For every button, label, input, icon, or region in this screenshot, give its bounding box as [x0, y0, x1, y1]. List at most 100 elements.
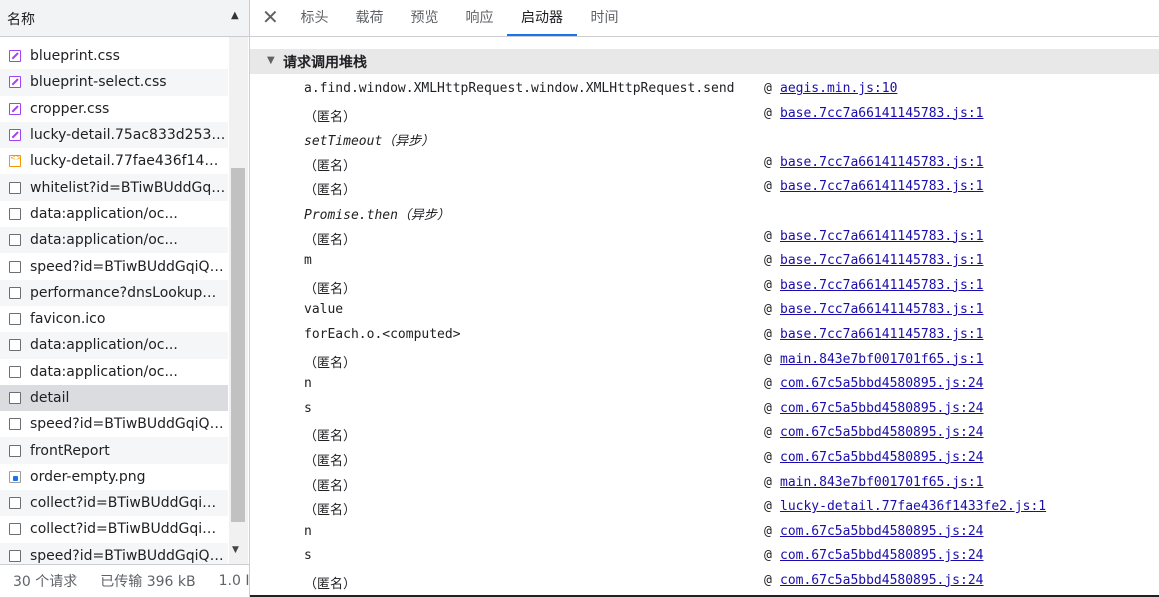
request-name: detail [30, 390, 70, 406]
frame-source-link[interactable]: base.7cc7a66141145783.js:1 [780, 302, 984, 317]
frame-source-link[interactable]: main.843e7bf001701f65.js:1 [780, 475, 984, 490]
frame-source-link[interactable]: com.67c5a5bbd4580895.js:24 [780, 376, 984, 391]
stack-frame-row: forEach.o.<computed> @ base.7cc7a661411457… [304, 324, 1144, 349]
frame-at-sign: @ [764, 179, 772, 195]
frame-source-link[interactable]: base.7cc7a66141145783.js:1 [780, 278, 984, 293]
tab-6[interactable]: 时间 [577, 0, 632, 36]
request-name: data:application/oc... [30, 232, 178, 249]
scroll-down-icon[interactable]: ▼ [232, 545, 239, 555]
frame-source-link[interactable]: main.843e7bf001701f65.js:1 [780, 352, 984, 367]
document-file-icon [9, 365, 21, 378]
frame-source-link[interactable]: com.67c5a5bbd4580895.js:24 [780, 573, 984, 588]
stack-frame-row: （匿名） @ main.843e7bf001701f65.js:1 [304, 472, 1144, 497]
document-file-icon [9, 234, 21, 247]
frame-source-link[interactable]: com.67c5a5bbd4580895.js:24 [780, 548, 984, 563]
frame-source-link[interactable]: aegis.min.js:10 [780, 81, 897, 96]
frame-source-link[interactable]: base.7cc7a66141145783.js:1 [780, 179, 984, 194]
request-row[interactable]: lucky-detail.75ac833d253e7... [0, 121, 228, 149]
frame-source-link[interactable]: base.7cc7a66141145783.js:1 [780, 155, 984, 170]
request-name: lucky-detail.77fae436f1433f... [30, 153, 226, 170]
request-row[interactable]: blueprint-select.css [0, 69, 228, 96]
sort-up-icon[interactable]: ▲ [231, 10, 239, 21]
request-list-scrollbar[interactable] [229, 37, 248, 564]
document-file-icon [9, 260, 21, 273]
request-row[interactable]: detail [0, 384, 228, 412]
frame-function: setTimeout（异步） [304, 134, 435, 150]
request-row[interactable]: data:application/oc... [0, 332, 228, 359]
call-stack-section-header[interactable]: ▼ 请求调用堆栈 [250, 49, 1159, 74]
call-stack-section-title: 请求调用堆栈 [283, 55, 367, 71]
frame-source-link[interactable]: base.7cc7a66141145783.js:1 [780, 253, 984, 268]
request-row[interactable]: collect?id=BTiwBUddGqiQ... [0, 516, 228, 542]
request-name: frontReport [30, 442, 110, 459]
tab-3[interactable]: 预览 [397, 0, 452, 36]
request-row[interactable]: data:application/oc... [0, 201, 228, 227]
request-row[interactable]: speed?id=BTiwBUddGqiQW... [0, 411, 228, 437]
stack-frame-row: （匿名） @ base.7cc7a66141145783.js:1 [304, 275, 1144, 300]
frame-function: （匿名） [304, 281, 357, 297]
document-file-icon [9, 497, 21, 510]
scrollbar-thumb[interactable] [231, 168, 245, 522]
request-row[interactable]: data:application/oc... [0, 227, 228, 254]
async-frame-row: Promise.then（异步） [304, 201, 1144, 226]
document-file-icon [9, 339, 21, 352]
request-row[interactable]: favicon.ico [0, 306, 228, 332]
frame-source-link[interactable]: base.7cc7a66141145783.js:1 [780, 229, 984, 244]
name-column-header[interactable]: 名称 ▲ [0, 0, 249, 37]
frame-at-sign: @ [764, 449, 772, 465]
frame-function: n [304, 376, 312, 392]
stack-frame-row: （匿名） @ main.843e7bf001701f65.js:1 [304, 349, 1144, 374]
triangle-down-icon[interactable]: ▼ [267, 55, 275, 66]
request-row[interactable]: blueprint.css [0, 43, 228, 69]
request-name: whitelist?id=BTiwBUddGqiQ... [30, 179, 226, 196]
frame-source-link[interactable]: lucky-detail.77fae436f1433fe2.js:1 [780, 499, 1046, 514]
request-list: blueprint.css blueprint-select.css cropper… [0, 43, 228, 569]
request-row[interactable]: lucky-detail.77fae436f1433f... [0, 148, 228, 174]
frame-function: （匿名） [304, 158, 357, 174]
request-list-panel: 名称 ▲ blueprint.css blueprint-select.css cr… [0, 0, 250, 597]
request-row[interactable]: order-empty.png [0, 464, 228, 490]
request-row[interactable]: cropper.css [0, 96, 228, 122]
tab-4[interactable]: 响应 [452, 0, 507, 36]
stack-frame-row: （匿名） @ base.7cc7a66141145783.js:1 [304, 103, 1144, 128]
css-file-icon [9, 50, 21, 63]
request-row[interactable]: performance?dnsLookup=0... [0, 279, 228, 306]
css-file-icon [9, 102, 21, 115]
css-file-icon [9, 129, 21, 142]
stack-frame-row: （匿名） @ lucky-detail.77fae436f1433fe2.js:1 [304, 496, 1144, 521]
request-detail-panel: ✕ 标头 载荷 预览 响应 启动器 时间 ▼ 请求调用堆栈 a.find.window.X… [250, 0, 1159, 597]
frame-source-link[interactable]: base.7cc7a66141145783.js:1 [780, 327, 984, 342]
frame-source-link[interactable]: com.67c5a5bbd4580895.js:24 [780, 450, 984, 465]
stack-frame-row: （匿名） @ com.67c5a5bbd4580895.js:24 [304, 422, 1144, 447]
stack-frame-row: a.find.window.XMLHttpRequest.window.XMLH… [304, 78, 1144, 103]
request-name: collect?id=BTiwBUddGqiQ... [30, 495, 226, 512]
frame-at-sign: @ [764, 523, 772, 539]
frame-function: （匿名） [304, 355, 357, 371]
request-row[interactable]: collect?id=BTiwBUddGqiQ... [0, 490, 228, 517]
request-name: collect?id=BTiwBUddGqiQ... [30, 521, 226, 538]
frame-at-sign: @ [764, 474, 772, 490]
request-row[interactable]: data:application/oc... [0, 359, 228, 385]
status-bar: 30 个请求 已传输 396 kB 1.0 I [0, 564, 249, 597]
frame-function: m [304, 253, 312, 269]
tab-2[interactable]: 载荷 [342, 0, 397, 36]
tab-1[interactable]: 标头 [287, 0, 342, 36]
frame-at-sign: @ [764, 81, 772, 96]
request-name: data:application/oc... [30, 363, 178, 380]
request-row[interactable]: whitelist?id=BTiwBUddGqiQ... [0, 174, 228, 201]
frame-source-link[interactable]: com.67c5a5bbd4580895.js:24 [780, 401, 984, 416]
frame-function: Promise.then（异步） [304, 207, 450, 223]
stack-frame-row: m @ base.7cc7a66141145783.js:1 [304, 250, 1144, 275]
frame-source-link[interactable]: com.67c5a5bbd4580895.js:24 [780, 425, 984, 440]
request-name: blueprint.css [30, 48, 120, 65]
css-file-icon [9, 76, 21, 89]
tab-5[interactable]: 启动器 [507, 0, 577, 36]
request-row[interactable]: speed?id=BTiwBUddGqiQW... [0, 253, 228, 279]
frame-source-link[interactable]: base.7cc7a66141145783.js:1 [780, 106, 984, 121]
close-icon[interactable]: ✕ [262, 6, 279, 28]
request-name: speed?id=BTiwBUddGqiQW... [30, 416, 226, 433]
frame-source-link[interactable]: com.67c5a5bbd4580895.js:24 [780, 524, 984, 539]
request-row[interactable]: frontReport [0, 437, 228, 464]
document-file-icon [9, 181, 21, 194]
frame-function: s [304, 400, 312, 416]
